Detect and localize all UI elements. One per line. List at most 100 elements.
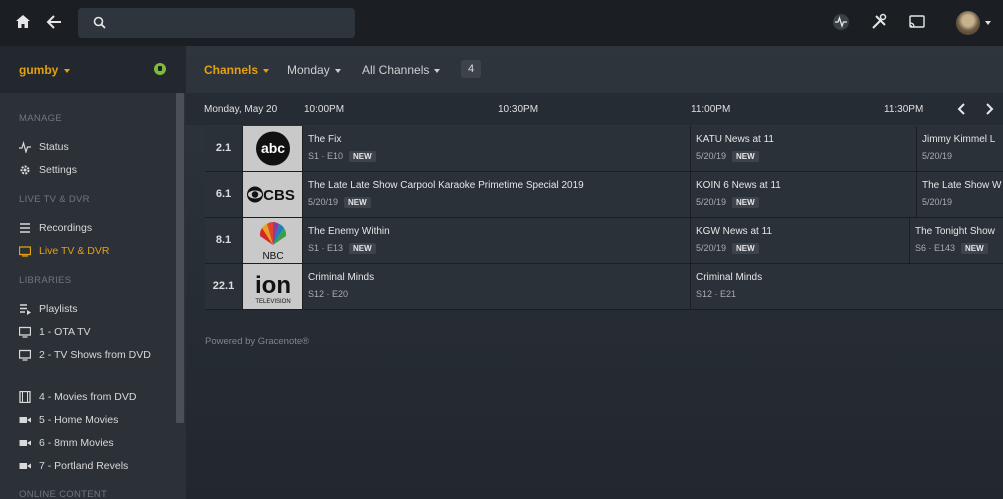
sidebar-item-live-tv[interactable]: Live TV & DVR (19, 242, 169, 260)
sidebar-item-label: 1 - OTA TV (39, 326, 91, 338)
home-icon[interactable] (14, 13, 34, 33)
monitor-icon (19, 349, 31, 361)
chevron-down-icon (334, 68, 341, 73)
channel-row: 8.1 NBC The Enemy Within S1 · E13 NEW KGW… (205, 218, 1003, 264)
channels-label: Channels (204, 63, 259, 77)
program-meta: S1 · E10 NEW (308, 151, 376, 162)
tv-icon (19, 246, 31, 257)
program-cell[interactable]: Jimmy Kimmel L 5/20/19 (917, 126, 1003, 171)
program-meta: 5/20/19 (922, 151, 953, 161)
settings-tools-icon[interactable] (870, 13, 890, 33)
lock-icon (154, 63, 166, 75)
program-meta: 5/20/19 NEW (696, 197, 759, 208)
sidebar-item-label: Settings (39, 164, 77, 176)
channel-row: 2.1 abc The Fix S1 · E10 NEW KATU News at… (205, 126, 1003, 172)
sidebar-item-home-movies[interactable]: 5 - Home Movies (19, 411, 169, 429)
program-meta: S12 · E20 (308, 289, 349, 299)
time-slot: 11:30PM (884, 104, 924, 115)
back-arrow-icon[interactable] (45, 13, 65, 33)
section-libraries: LIBRARIES (19, 275, 72, 286)
program-meta: 5/20/19 NEW (696, 243, 759, 254)
program-cell[interactable]: KOIN 6 News at 11 5/20/19 NEW (691, 172, 917, 217)
channel-logo-abc[interactable]: abc (243, 126, 303, 171)
channel-number: 6.1 (205, 172, 243, 217)
user-switcher[interactable]: gumby (0, 46, 186, 93)
channel-count-badge: 4 (461, 60, 481, 78)
program-title: Criminal Minds (308, 272, 375, 283)
svg-text:CBS: CBS (263, 187, 295, 204)
section-manage: MANAGE (19, 113, 62, 124)
program-cell[interactable]: KGW News at 11 5/20/19 NEW (691, 218, 910, 263)
day-label: Monday (287, 63, 330, 77)
sidebar-item-status[interactable]: Status (19, 138, 169, 156)
program-meta: S6 · E143 NEW (915, 243, 988, 254)
camera-icon (19, 463, 31, 469)
sidebar-item-label: 2 - TV Shows from DVD (39, 349, 151, 361)
activity-icon[interactable] (832, 13, 852, 33)
sidebar-scrollbar[interactable] (176, 93, 184, 423)
search-icon (93, 16, 106, 29)
sidebar-item-label: 4 - Movies from DVD (39, 391, 137, 403)
monitor-icon (19, 326, 31, 338)
program-title: The Late Late Show Carpool Karaoke Prime… (308, 180, 584, 191)
sidebar-item-playlists[interactable]: Playlists (19, 300, 169, 318)
channel-row: 22.1 ion TELEVISION Criminal Minds S12 ·… (205, 264, 1003, 310)
section-live-tv: LIVE TV & DVR (19, 194, 90, 205)
channels-dropdown[interactable]: Channels (204, 63, 270, 77)
user-menu-caret-icon[interactable] (985, 21, 991, 25)
program-title: The Fix (308, 134, 342, 145)
program-cell[interactable]: Criminal Minds S12 · E20 (303, 264, 691, 309)
channel-logo-cbs[interactable]: CBS (243, 172, 303, 217)
svg-text:NBC: NBC (262, 251, 283, 262)
section-online-content: ONLINE CONTENT (19, 489, 108, 499)
program-meta: S1 · E13 NEW (308, 243, 376, 254)
new-badge: NEW (344, 197, 371, 208)
program-cell[interactable]: The Enemy Within S1 · E13 NEW (303, 218, 691, 263)
guide-date: Monday, May 20 (204, 104, 278, 115)
new-badge: NEW (732, 151, 759, 162)
chevron-down-icon (263, 68, 270, 73)
program-title: The Enemy Within (308, 226, 390, 237)
filter-label: All Channels (362, 63, 430, 77)
program-cell[interactable]: KATU News at 11 5/20/19 NEW (691, 126, 917, 171)
program-title: The Tonight Show (915, 226, 995, 237)
sidebar-item-tv-shows-dvd[interactable]: 2 - TV Shows from DVD (19, 346, 169, 364)
sidebar-item-ota-tv[interactable]: 1 - OTA TV (19, 323, 169, 341)
time-slot: 10:00PM (304, 104, 345, 115)
film-icon (19, 391, 31, 403)
activity-icon (19, 141, 31, 153)
program-meta: 5/20/19 NEW (696, 151, 759, 162)
time-slot: 11:00PM (691, 104, 731, 115)
channel-logo-ion[interactable]: ion TELEVISION (243, 264, 303, 309)
avatar[interactable] (956, 11, 980, 35)
program-cell[interactable]: The Tonight Show S6 · E143 NEW (910, 218, 1003, 263)
program-title: The Late Show W (922, 180, 1002, 191)
list-icon (20, 223, 30, 233)
sidebar-item-8mm-movies[interactable]: 6 - 8mm Movies (19, 434, 169, 452)
gear-icon (20, 165, 30, 175)
sidebar-item-label: Live TV & DVR (39, 245, 110, 257)
chevron-left-icon[interactable] (956, 102, 968, 116)
channel-row: 6.1 CBS The Late Late Show Carpool Karao… (205, 172, 1003, 218)
filter-dropdown[interactable]: All Channels (362, 63, 441, 77)
camera-icon (19, 440, 31, 446)
channel-logo-nbc[interactable]: NBC (243, 218, 303, 263)
sidebar-item-label: 6 - 8mm Movies (39, 437, 114, 449)
main-content: Channels Monday All Channels 4 Monday, M… (186, 46, 1003, 499)
powered-by-gracenote: Powered by Gracenote® (205, 336, 310, 347)
channel-number: 22.1 (205, 264, 243, 309)
sidebar-item-recordings[interactable]: Recordings (19, 219, 169, 237)
program-cell[interactable]: Criminal Minds S12 · E21 (691, 264, 1003, 309)
search-input[interactable] (78, 8, 355, 38)
day-dropdown[interactable]: Monday (287, 63, 341, 77)
user-name: gumby (19, 63, 59, 77)
program-cell[interactable]: The Late Late Show Carpool Karaoke Prime… (303, 172, 691, 217)
program-cell[interactable]: The Fix S1 · E10 NEW (303, 126, 691, 171)
program-title: Criminal Minds (696, 272, 763, 283)
chevron-right-icon[interactable] (983, 102, 995, 116)
sidebar-item-portland-revels[interactable]: 7 - Portland Revels (19, 457, 169, 475)
program-cell[interactable]: The Late Show W 5/20/19 (917, 172, 1003, 217)
sidebar-item-movies-dvd[interactable]: 4 - Movies from DVD (19, 388, 169, 406)
sidebar-item-settings[interactable]: Settings (19, 161, 169, 179)
cast-icon[interactable] (908, 13, 928, 33)
